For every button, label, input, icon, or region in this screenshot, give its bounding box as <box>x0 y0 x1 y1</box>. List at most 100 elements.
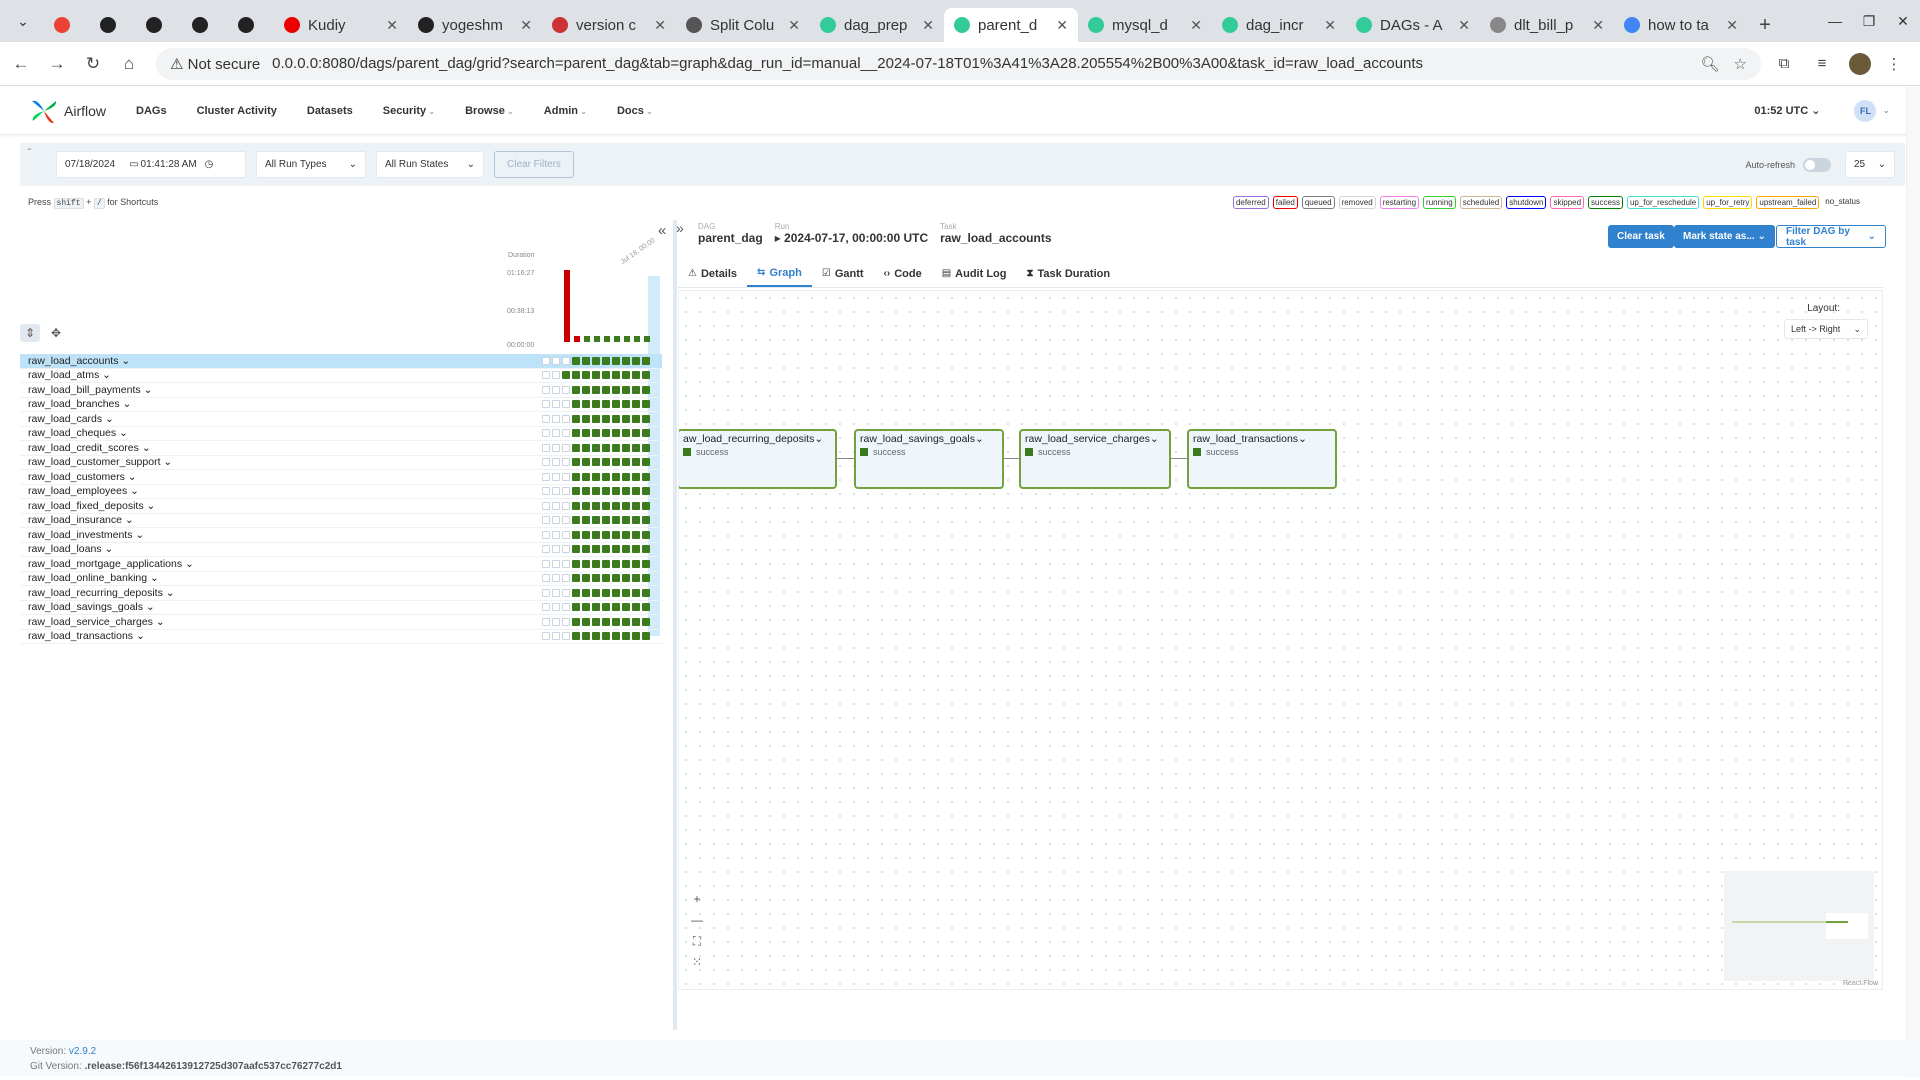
task-instance-cell[interactable] <box>632 414 640 423</box>
task-instance-cell[interactable] <box>642 632 650 641</box>
task-instance-cell[interactable] <box>572 617 580 626</box>
zoom-out-icon[interactable]: — <box>689 912 705 928</box>
task-name[interactable]: raw_load_recurring_deposits ⌄ <box>20 587 540 599</box>
task-instance-cell[interactable] <box>592 574 600 583</box>
task-instance-cell[interactable] <box>612 617 620 626</box>
task-instance-cell[interactable] <box>572 458 580 467</box>
close-window-icon[interactable]: ✕ <box>1886 13 1920 30</box>
nav-item-cluster-activity[interactable]: Cluster Activity <box>197 105 277 117</box>
chevron-down-icon[interactable]: ⌄ <box>1298 433 1307 445</box>
task-instance-cell[interactable] <box>592 516 600 525</box>
task-node[interactable]: raw_load_savings_goals ⌄ success <box>854 429 1004 489</box>
task-instance-cell[interactable] <box>592 472 600 481</box>
legend-item[interactable]: no_status <box>1823 196 1862 209</box>
fit-view-icon[interactable]: ⛶ <box>689 933 705 949</box>
task-instance-cell[interactable] <box>562 588 570 597</box>
duration-bar[interactable] <box>604 336 610 342</box>
zoom-in-icon[interactable]: + <box>689 891 705 907</box>
task-name[interactable]: raw_load_accounts ⌄ <box>20 355 540 367</box>
duration-bar[interactable] <box>574 336 580 342</box>
base-date-input[interactable]: 07/18/2024 ▭ 01:41:28 AM ◷ <box>56 151 246 178</box>
task-row[interactable]: raw_load_accounts ⌄ <box>20 354 662 369</box>
task-instance-cell[interactable] <box>552 414 560 423</box>
task-instance-cell[interactable] <box>552 371 560 380</box>
task-instance-cell[interactable] <box>602 385 610 394</box>
back-icon[interactable]: ← <box>6 54 36 74</box>
close-tab-icon[interactable]: ✕ <box>1458 17 1470 34</box>
task-instance-cell[interactable] <box>572 414 580 423</box>
legend-item[interactable]: removed <box>1338 196 1376 209</box>
bookmark-star-icon[interactable]: ☆ <box>1734 55 1747 73</box>
tab-search-icon[interactable]: ⌄ <box>6 4 40 38</box>
task-instance-cell[interactable] <box>552 545 560 554</box>
task-instance-cell[interactable] <box>612 501 620 510</box>
task-instance-cell[interactable] <box>562 487 570 496</box>
task-row[interactable]: raw_load_savings_goals ⌄ <box>20 601 662 615</box>
task-row[interactable]: raw_load_cards ⌄ <box>20 412 662 427</box>
task-instance-cell[interactable] <box>632 603 640 612</box>
task-instance-cell[interactable] <box>592 603 600 612</box>
task-instance-cell[interactable] <box>592 414 600 423</box>
task-instance-cell[interactable] <box>612 385 620 394</box>
task-instance-cell[interactable] <box>622 385 630 394</box>
task-row[interactable]: raw_load_investments ⌄ <box>20 528 662 543</box>
duration-bar[interactable] <box>634 336 640 342</box>
task-instance-cell[interactable] <box>612 443 620 452</box>
utc-time[interactable]: 01:52 UTC ⌄ <box>1754 104 1820 117</box>
task-instance-cell[interactable] <box>562 443 570 452</box>
task-instance-cell[interactable] <box>642 530 650 539</box>
task-instance-cell[interactable] <box>622 458 630 467</box>
task-instance-cell[interactable] <box>622 545 630 554</box>
task-instance-cell[interactable] <box>592 545 600 554</box>
task-instance-cell[interactable] <box>612 472 620 481</box>
task-name[interactable]: raw_load_customer_support ⌄ <box>20 456 540 468</box>
task-instance-cell[interactable] <box>572 574 580 583</box>
task-instance-cell[interactable] <box>592 501 600 510</box>
task-instance-cell[interactable] <box>542 385 550 394</box>
tab-details[interactable]: ⚠ Details <box>678 260 747 287</box>
close-tab-icon[interactable]: ✕ <box>922 17 934 34</box>
task-instance-cell[interactable] <box>622 443 630 452</box>
task-instance-cell[interactable] <box>582 443 590 452</box>
task-instance-cell[interactable] <box>542 559 550 568</box>
task-instance-cell[interactable] <box>582 371 590 380</box>
task-name[interactable]: raw_load_bill_payments ⌄ <box>20 384 540 396</box>
task-instance-cell[interactable] <box>612 632 620 641</box>
filter-dag-button[interactable]: Filter DAG by task ⌄ <box>1776 225 1886 248</box>
legend-item[interactable]: running <box>1423 196 1456 209</box>
duration-bar[interactable] <box>614 336 620 342</box>
task-instance-cell[interactable] <box>622 516 630 525</box>
task-instance-cell[interactable] <box>642 429 650 438</box>
task-row[interactable]: raw_load_transactions ⌄ <box>20 630 662 644</box>
task-instance-cell[interactable] <box>542 487 550 496</box>
legend-item[interactable]: skipped <box>1550 196 1585 209</box>
task-name[interactable]: raw_load_transactions ⌄ <box>20 630 540 642</box>
close-tab-icon[interactable]: ✕ <box>788 17 800 34</box>
task-instance-cell[interactable] <box>572 588 580 597</box>
task-instance-cell[interactable] <box>612 356 620 365</box>
task-instance-cell[interactable] <box>552 574 560 583</box>
task-instance-cell[interactable] <box>602 617 610 626</box>
task-instance-cell[interactable] <box>622 371 630 380</box>
close-tab-icon[interactable]: ✕ <box>1056 17 1068 34</box>
task-row[interactable]: raw_load_mortgage_applications ⌄ <box>20 557 662 572</box>
chevron-down-icon[interactable]: ⌄ <box>814 433 823 445</box>
restore-icon[interactable]: ❐ <box>1852 13 1886 30</box>
task-instance-cell[interactable] <box>642 603 650 612</box>
task-instance-cell[interactable] <box>632 530 640 539</box>
task-row[interactable]: raw_load_loans ⌄ <box>20 543 662 557</box>
task-instance-cell[interactable] <box>612 516 620 525</box>
task-instance-cell[interactable] <box>612 588 620 597</box>
duration-bar[interactable] <box>564 270 570 342</box>
task-instance-cell[interactable] <box>542 472 550 481</box>
task-instance-cell[interactable] <box>612 371 620 380</box>
task-instance-cell[interactable] <box>612 530 620 539</box>
task-instance-cell[interactable] <box>642 574 650 583</box>
duration-bar[interactable] <box>594 336 600 342</box>
task-instance-cell[interactable] <box>642 472 650 481</box>
url-input[interactable]: ⚠ Not secure 0.0.0.0:8080/dags/parent_da… <box>156 47 1761 80</box>
task-instance-cell[interactable] <box>562 516 570 525</box>
task-instance-cell[interactable] <box>572 501 580 510</box>
task-instance-cell[interactable] <box>642 516 650 525</box>
task-instance-cell[interactable] <box>602 472 610 481</box>
